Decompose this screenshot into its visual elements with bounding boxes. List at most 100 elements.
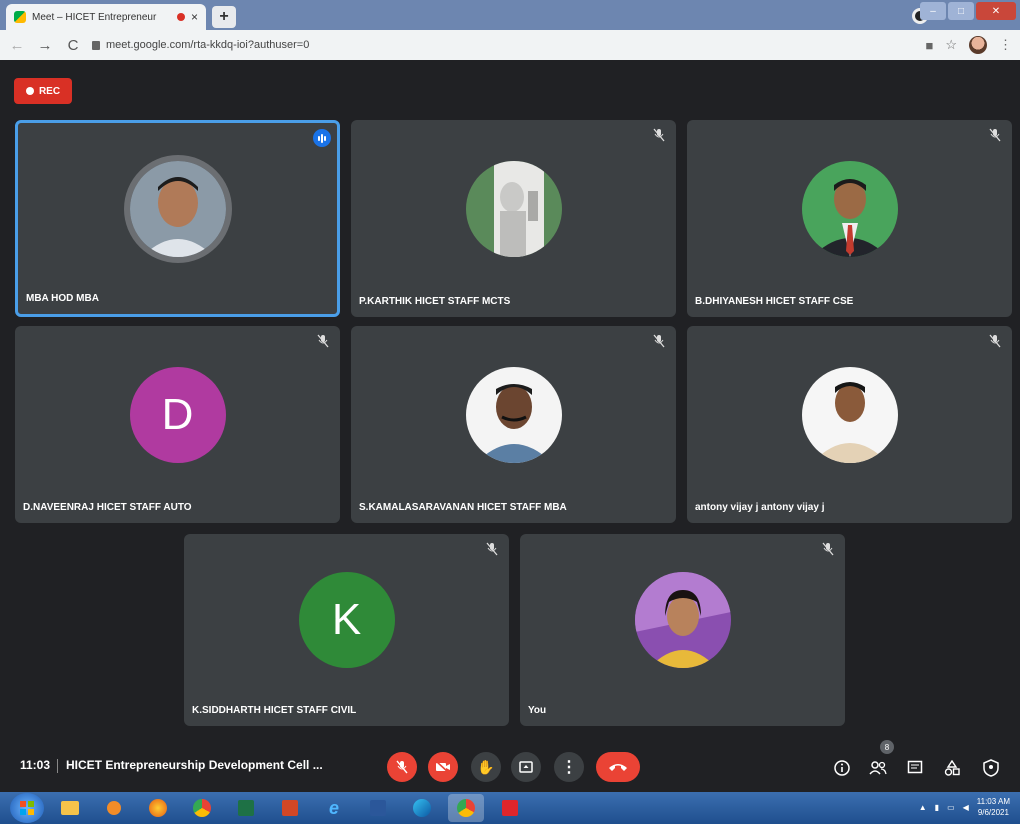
participant-avatar (634, 572, 731, 668)
meeting-title: HICET Entrepreneurship Development Cell … (66, 758, 323, 772)
start-button[interactable] (10, 793, 44, 823)
mic-toggle-button[interactable] (387, 752, 417, 782)
network-icon[interactable]: ▮ (935, 803, 939, 812)
forward-icon[interactable]: → (36, 37, 54, 54)
participant-name: S.KAMALASARAVANAN HICET STAFF MBA (359, 502, 567, 513)
hang-up-icon (609, 764, 627, 771)
people-button[interactable] (868, 758, 888, 778)
chrome-icon (193, 799, 211, 817)
mic-off-icon (486, 542, 498, 556)
taskbar-excel[interactable] (228, 794, 264, 822)
url-text: meet.google.com/rta-kkdq-ioi?authuser=0 (106, 39, 310, 51)
close-window-button[interactable]: ✕ (976, 2, 1016, 20)
mic-off-icon (396, 760, 408, 774)
excel-icon (238, 800, 254, 816)
browser-menu-icon[interactable]: ⋮ (999, 37, 1012, 53)
participant-tile[interactable]: S.KAMALASARAVANAN HICET STAFF MBA (351, 326, 676, 523)
participant-tile[interactable]: MBA HOD MBA (15, 120, 340, 317)
record-dot-icon (25, 87, 34, 95)
participant-avatar: K (298, 572, 395, 668)
lock-icon (92, 40, 100, 50)
mic-off-icon (317, 334, 329, 348)
reload-icon[interactable]: C (64, 37, 82, 54)
participant-avatar (129, 160, 226, 257)
meet-favicon-icon (14, 11, 26, 23)
activities-button[interactable] (942, 758, 962, 778)
participant-name: P.KARTHIK HICET STAFF MCTS (359, 296, 511, 307)
account-avatar[interactable] (969, 36, 987, 54)
taskbar-firefox[interactable] (140, 794, 176, 822)
meet-stage: REC MBA HOD MBA P.KARTHIK HICET STAFF MC… (0, 60, 1020, 792)
taskbar-ie[interactable]: e (316, 794, 352, 822)
participant-tile[interactable]: You (520, 534, 845, 726)
speaking-indicator-icon (313, 129, 331, 147)
activities-icon (944, 760, 960, 776)
display-icon[interactable]: ▭ (947, 803, 955, 812)
present-screen-button[interactable] (511, 752, 541, 782)
taskbar-word[interactable] (360, 794, 396, 822)
participant-avatar (465, 366, 562, 463)
camera-toggle-button[interactable] (428, 752, 458, 782)
participant-tile[interactable]: K K.SIDDHARTH HICET STAFF CIVIL (184, 534, 509, 726)
close-tab-button[interactable]: × (191, 10, 198, 24)
back-icon[interactable]: ← (8, 37, 26, 54)
clock-time: 11:03 AM (976, 797, 1010, 806)
mic-off-icon (989, 334, 1001, 348)
tray-arrow-icon[interactable]: ▲ (919, 803, 927, 812)
volume-icon[interactable]: ◀ (963, 803, 969, 812)
participant-tile[interactable]: D D.NAVEENRAJ HICET STAFF AUTO (15, 326, 340, 523)
screen: Meet – HICET Entrepreneur × + – □ ✕ ← → … (0, 0, 1020, 824)
edge-icon (413, 799, 431, 817)
shield-icon (983, 759, 999, 777)
browser-tab-bar: Meet – HICET Entrepreneur × + – □ ✕ (0, 0, 1020, 30)
new-tab-button[interactable]: + (212, 6, 236, 28)
participant-name: B.DHIYANESH HICET STAFF CSE (695, 296, 854, 307)
meeting-details-button[interactable] (832, 758, 852, 778)
meeting-controls-bar: 11:03 HICET Entrepreneurship Development… (0, 740, 1020, 792)
participant-avatar: D (129, 366, 226, 463)
chrome-profile-icon (457, 799, 475, 817)
meeting-clock: 11:03 (20, 758, 51, 772)
media-icon (107, 801, 121, 815)
chat-button[interactable] (905, 758, 925, 778)
mic-off-icon (653, 128, 665, 142)
taskbar-chrome-active[interactable] (448, 794, 484, 822)
os-taskbar: e ▲ ▮ ▭ ◀ 11:03 AM 9/6/2021 (0, 792, 1020, 824)
mic-off-icon (822, 542, 834, 556)
participant-avatar (801, 160, 898, 257)
leave-call-button[interactable] (596, 752, 640, 782)
participant-tile[interactable]: P.KARTHIK HICET STAFF MCTS (351, 120, 676, 317)
taskbar-powerpoint[interactable] (272, 794, 308, 822)
raise-hand-button[interactable]: ✋ (471, 752, 501, 782)
camera-off-icon (435, 760, 450, 774)
powerpoint-icon (282, 800, 298, 816)
system-tray: ▲ ▮ ▭ ◀ 11:03 AM 9/6/2021 (919, 796, 1010, 818)
taskbar-chrome[interactable] (184, 794, 220, 822)
word-icon (370, 800, 386, 816)
host-controls-button[interactable] (981, 758, 1001, 778)
more-vert-icon: ⋮ (561, 759, 577, 776)
taskbar-explorer[interactable] (52, 794, 88, 822)
camera-indicator-icon[interactable]: ■ (925, 38, 933, 53)
participant-avatar (801, 366, 898, 463)
system-clock[interactable]: 11:03 AM 9/6/2021 (977, 796, 1010, 818)
taskbar-edge[interactable] (404, 794, 440, 822)
window-controls: – □ ✕ (920, 2, 1016, 20)
rec-label: REC (38, 85, 61, 97)
participant-tile[interactable]: B.DHIYANESH HICET STAFF CSE (687, 120, 1012, 317)
more-options-button[interactable]: ⋮ (554, 752, 584, 782)
chat-icon (907, 760, 923, 774)
maximize-button[interactable]: □ (948, 2, 974, 20)
minimize-button[interactable]: – (920, 2, 946, 20)
bookmark-star-icon[interactable]: ☆ (945, 37, 957, 53)
participant-tile[interactable]: antony vijay j antony vijay j (687, 326, 1012, 523)
mic-off-icon (989, 128, 1001, 142)
people-icon (869, 761, 887, 775)
taskbar-media[interactable] (96, 794, 132, 822)
url-field[interactable]: meet.google.com/rta-kkdq-ioi?authuser=0 (92, 34, 915, 56)
folder-icon (61, 801, 79, 815)
present-icon (519, 761, 533, 773)
browser-tab[interactable]: Meet – HICET Entrepreneur × (6, 4, 206, 30)
taskbar-acrobat[interactable] (492, 794, 528, 822)
internet-explorer-icon: e (328, 797, 339, 818)
